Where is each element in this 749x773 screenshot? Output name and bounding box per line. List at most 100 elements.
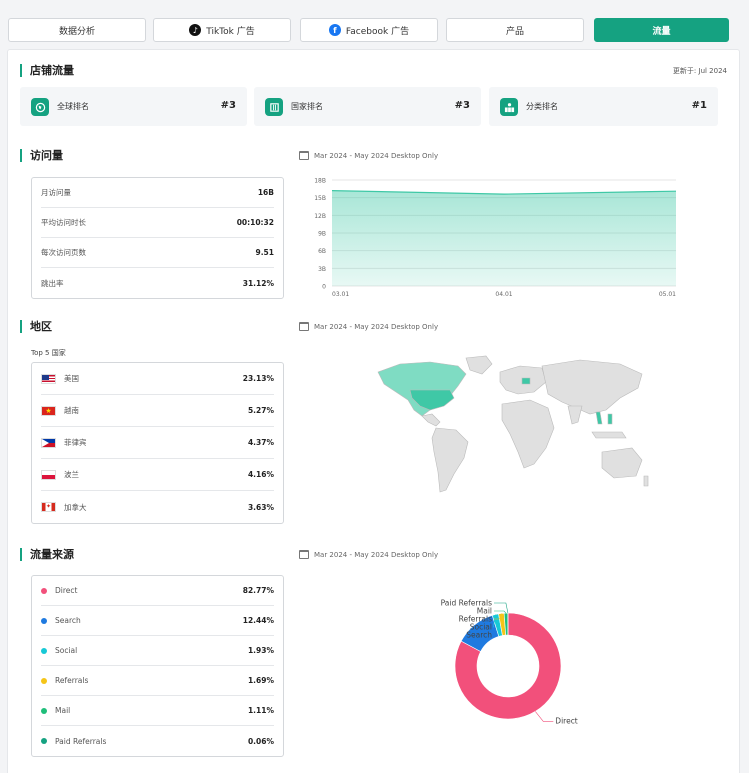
- metric-value: 31.12%: [242, 278, 274, 288]
- country-share: 4.16%: [247, 470, 274, 479]
- ca-flag-icon: ✦: [41, 502, 56, 512]
- tab-data-analysis[interactable]: 数据分析: [8, 18, 146, 42]
- source-name: Referrals: [55, 676, 89, 685]
- source-share: 1.69%: [247, 676, 274, 685]
- table-row: 美国 23.13%: [41, 363, 274, 395]
- world-map: [377, 355, 649, 493]
- map-philippines: [607, 413, 613, 425]
- tab-label: 数据分析: [58, 26, 95, 37]
- y-tick-label: 3B: [318, 266, 326, 273]
- slice-label: Search: [466, 631, 492, 640]
- period-text: Mar 2024 - May 2024 Desktop Only: [314, 322, 439, 331]
- calendar-icon: [299, 151, 309, 160]
- metric-label: 每次访问页数: [41, 248, 86, 257]
- table-row: 菲律宾 4.37%: [41, 427, 274, 459]
- country-rank-card: 国家排名 #3: [254, 87, 481, 126]
- table-row: 平均访问时长 00:10:32: [41, 208, 274, 238]
- map-australia: [601, 447, 643, 479]
- y-tick-label: 6B: [318, 248, 326, 255]
- legend-dot: [41, 647, 47, 654]
- y-tick-label: 12B: [314, 213, 326, 220]
- pl-flag-icon: [41, 469, 56, 480]
- y-tick-label: 15B: [314, 195, 326, 202]
- metric-label: 平均访问时长: [41, 218, 86, 227]
- area-fill: [332, 190, 676, 286]
- legend-dot: [41, 707, 47, 714]
- region-title: 地区: [20, 320, 52, 333]
- tab-bar: 数据分析 ♪ TikTok 广告 f Facebook 广告 产品 流量: [0, 0, 749, 48]
- legend-dot: [41, 677, 47, 684]
- source-name: Direct: [55, 586, 78, 595]
- y-tick-label: 9B: [318, 231, 326, 238]
- slice-label: Referrals: [459, 615, 492, 624]
- tab-tiktok-ads[interactable]: ♪ TikTok 广告: [153, 18, 291, 42]
- y-tick-label: 18B: [314, 178, 326, 185]
- metric-value: 9.51: [255, 248, 274, 257]
- period-text: Mar 2024 - May 2024 Desktop Only: [314, 550, 439, 559]
- country-share: 3.63%: [247, 502, 274, 512]
- map-vietnam: [595, 411, 603, 425]
- country-share: 4.37%: [247, 438, 274, 447]
- rank-value: #3: [454, 100, 470, 111]
- updated-date: 更新于: Jul 2024: [672, 67, 727, 75]
- store-traffic-title: 店铺流量: [20, 64, 74, 77]
- slice-label: Mail: [477, 607, 492, 616]
- globe-rank-icon: [31, 98, 49, 116]
- legend-dot: [41, 738, 47, 744]
- us-flag-icon: [41, 373, 56, 384]
- tab-traffic[interactable]: 流量: [594, 18, 729, 42]
- source-share: 1.11%: [247, 706, 274, 715]
- region-period: Mar 2024 - May 2024 Desktop Only: [299, 322, 438, 331]
- rank-label: 全球排名: [57, 102, 89, 111]
- country-name: 菲律宾: [64, 438, 87, 447]
- tiktok-icon: ♪: [189, 24, 202, 36]
- tab-facebook-ads[interactable]: f Facebook 广告: [300, 18, 438, 42]
- table-row: ★ 越南 5.27%: [41, 395, 274, 427]
- tab-label: 产品: [505, 26, 524, 37]
- source-name: Search: [55, 616, 81, 625]
- map-indonesia: [591, 431, 627, 439]
- legend-dot: [41, 587, 47, 594]
- tab-label: TikTok 广告: [206, 26, 255, 37]
- source-name: Mail: [55, 706, 71, 715]
- table-row: Referrals 1.69%: [41, 666, 274, 696]
- slice-label: Direct: [555, 716, 578, 725]
- source-share: 1.93%: [247, 646, 274, 655]
- tab-products[interactable]: 产品: [446, 18, 584, 42]
- table-row: Direct 82.77%: [41, 576, 274, 606]
- metric-label: 月访问量: [41, 188, 71, 197]
- map-africa: [501, 399, 555, 469]
- map-india: [567, 405, 583, 425]
- visits-period: Mar 2024 - May 2024 Desktop Only: [299, 151, 438, 160]
- map-south-america: [431, 427, 469, 493]
- source-share: 12.44%: [242, 616, 274, 625]
- slice-label: Paid Referrals: [441, 599, 492, 608]
- x-tick-label: 04.01: [495, 291, 512, 298]
- table-row: 波兰 4.16%: [41, 459, 274, 491]
- calendar-icon: [299, 322, 309, 331]
- visits-metrics-table: 月访问量 16B 平均访问时长 00:10:32 每次访问页数 9.51 跳出率…: [31, 177, 284, 299]
- visits-area-chart: 0 3B 6B 9B 12B 15B 18B 03.01 04.01 05.01: [314, 178, 676, 299]
- ph-flag-icon: [41, 437, 56, 448]
- map-north-america: [377, 361, 467, 417]
- label-leader: [535, 711, 554, 722]
- label-leader: [494, 610, 507, 614]
- country-name: 加拿大: [64, 502, 87, 512]
- source-name: Social: [55, 646, 78, 655]
- map-central-america: [421, 413, 441, 427]
- table-row: Mail 1.11%: [41, 696, 274, 726]
- table-row: 月访问量 16B: [41, 178, 274, 208]
- label-leader: [494, 602, 509, 614]
- sources-title: 流量来源: [20, 548, 74, 561]
- rank-value: #1: [691, 100, 707, 111]
- sources-table: Direct 82.77% Search 12.44% Social 1.93%…: [31, 575, 284, 757]
- top5-label: Top 5 国家: [31, 349, 66, 357]
- country-name: 波兰: [64, 470, 79, 479]
- x-tick-label: 05.01: [659, 291, 676, 298]
- rank-label: 分类排名: [526, 102, 558, 111]
- table-row: ✦ 加拿大 3.63%: [41, 491, 274, 523]
- table-row: 每次访问页数 9.51: [41, 238, 274, 268]
- visits-title: 访问量: [20, 149, 63, 162]
- country-share: 23.13%: [242, 374, 274, 383]
- tab-label: 流量: [652, 26, 671, 37]
